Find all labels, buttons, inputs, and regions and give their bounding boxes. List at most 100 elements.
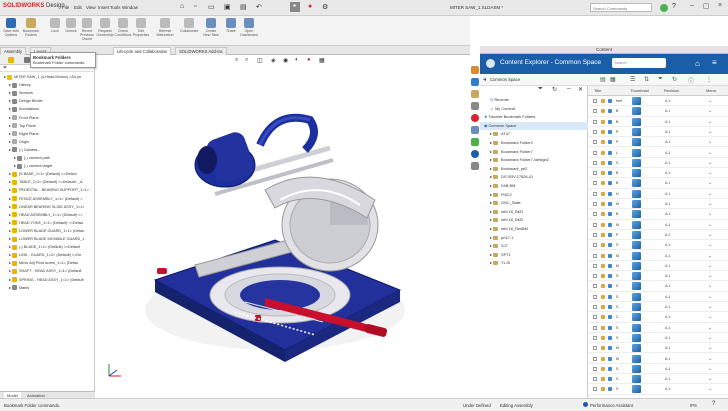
row-title[interactable]: M bbox=[616, 199, 619, 209]
section-view-icon[interactable]: ◫ bbox=[257, 57, 263, 64]
row-menu-chevron-icon[interactable]: ⌄ bbox=[708, 178, 712, 188]
folder-node[interactable]: ▸ mfd 18_BM2 bbox=[480, 216, 588, 225]
table-row[interactable]: S A.1 ⌄ bbox=[588, 271, 728, 282]
content-explorer-title[interactable]: Content Explorer - Common Space bbox=[500, 59, 601, 66]
part-thumbnail[interactable] bbox=[632, 158, 641, 167]
row-menu-chevron-icon[interactable]: ⌄ bbox=[708, 199, 712, 209]
row-checkbox[interactable] bbox=[593, 99, 597, 103]
part-thumbnail[interactable] bbox=[632, 303, 641, 311]
row-checkbox[interactable] bbox=[593, 109, 597, 114]
row-title[interactable]: P bbox=[616, 127, 618, 137]
view-orientation-icon[interactable]: ◈ bbox=[271, 57, 276, 64]
table-row[interactable]: L A.1 ⌄ bbox=[588, 148, 728, 158]
part-thumbnail[interactable] bbox=[632, 189, 641, 198]
options-icon[interactable]: ⚙ bbox=[322, 3, 328, 11]
filter-icon[interactable]: ⏷ bbox=[538, 86, 543, 93]
part-thumbnail[interactable] bbox=[632, 313, 641, 322]
row-menu-chevron-icon[interactable]: ⌄ bbox=[708, 281, 712, 291]
folder-node[interactable]: ▸ GNC_Slate bbox=[480, 199, 588, 208]
row-checkbox[interactable] bbox=[593, 129, 597, 134]
collaborate-button[interactable]: Collaborate bbox=[180, 18, 198, 33]
rebuild-icon[interactable]: ● bbox=[308, 3, 312, 10]
tree-node[interactable]: ▸ (-) camera path bbox=[0, 154, 95, 162]
breadcrumb[interactable]: Common Space bbox=[490, 77, 520, 82]
refresh-icon[interactable]: ↻ bbox=[672, 76, 677, 83]
tree-node[interactable]: ▸ LOWER BLADE GUARD_1<1> (Defau bbox=[0, 227, 95, 235]
table-row[interactable]: P A.2 ⌄ bbox=[588, 230, 728, 241]
part-thumbnail[interactable] bbox=[632, 261, 641, 270]
table-row[interactable]: M A.1 ⌄ bbox=[588, 261, 728, 272]
part-thumbnail[interactable] bbox=[632, 117, 641, 126]
tree-node[interactable]: ▸ LINK - GUARD_1<2> (Default) <<De bbox=[0, 251, 95, 259]
row-menu-chevron-icon[interactable]: ⌄ bbox=[708, 364, 712, 374]
table-row[interactable]: M A.1 ⌄ bbox=[588, 354, 728, 364]
close-tree-icon[interactable]: ✕ bbox=[578, 86, 583, 93]
sort-icon[interactable]: ⇅ bbox=[644, 76, 649, 83]
row-title[interactable]: S bbox=[616, 384, 618, 394]
request-button[interactable]: Request Ownership bbox=[96, 18, 114, 37]
table-row[interactable]: S A.1 ⌄ bbox=[588, 364, 728, 375]
tree-node[interactable]: ▸ Top Plane bbox=[0, 122, 95, 130]
part-thumbnail[interactable] bbox=[632, 230, 641, 239]
tree-node[interactable]: ▸ FENCE ASSEMBLY_1<1> (Default) < bbox=[0, 195, 95, 203]
row-checkbox[interactable] bbox=[593, 232, 597, 237]
folder-node[interactable]: ▸ SJ7 bbox=[480, 242, 588, 251]
table-row[interactable]: S A.1 ⌄ bbox=[588, 292, 728, 302]
tree-node[interactable]: ▸ Design Binder bbox=[0, 97, 95, 105]
properties-button[interactable]: Edit Properties bbox=[132, 18, 150, 37]
row-checkbox[interactable] bbox=[593, 377, 597, 382]
content-search-input[interactable]: Search bbox=[612, 58, 666, 68]
row-checkbox[interactable] bbox=[593, 160, 597, 165]
expand-icon[interactable]: ⇔ bbox=[566, 86, 572, 92]
display-style-icon[interactable]: ◉ bbox=[283, 57, 288, 64]
tab-lifecycle-and-collaboration[interactable]: Lifecycle and Collaboration bbox=[113, 47, 172, 55]
tree-node[interactable]: ▸ History bbox=[0, 81, 95, 89]
solidworks-logo[interactable]: SOLIDWORKS Design bbox=[3, 3, 65, 9]
task-button[interactable]: Create New Task bbox=[202, 18, 220, 37]
tree-node[interactable]: ▸ LOWER BLADE MOVABLE GUARD_1 bbox=[0, 235, 95, 243]
table-row[interactable]: S A.1 ⌄ bbox=[588, 333, 728, 344]
row-checkbox[interactable] bbox=[593, 212, 597, 217]
row-title[interactable]: S bbox=[616, 292, 618, 302]
collaboration-icon[interactable] bbox=[471, 162, 479, 170]
part-thumbnail[interactable] bbox=[632, 200, 641, 208]
part-thumbnail[interactable] bbox=[632, 107, 641, 116]
resources-icon[interactable] bbox=[471, 66, 479, 74]
tree-node[interactable]: ▸ (-) BLADE_1<1> (Default) <<Default bbox=[0, 243, 95, 251]
tree-node[interactable]: ▸ Origin bbox=[0, 138, 95, 146]
table-row[interactable]: S A.1 ⌄ bbox=[588, 158, 728, 169]
row-title[interactable]: M bbox=[616, 220, 619, 230]
table-row[interactable]: P A.1 ⌄ bbox=[588, 127, 728, 138]
table-row[interactable]: M A.1 ⌄ bbox=[588, 199, 728, 210]
print-icon[interactable]: ▤ bbox=[240, 3, 247, 11]
folder-node[interactable]: ▸ Bookmark_prt2 bbox=[480, 165, 588, 174]
row-title[interactable]: P bbox=[616, 230, 618, 240]
row-checkbox[interactable] bbox=[593, 284, 597, 289]
save-icon[interactable]: ▣ bbox=[224, 3, 231, 11]
row-checkbox[interactable] bbox=[593, 335, 597, 340]
table-row[interactable]: S A.1 ⌄ bbox=[588, 384, 728, 395]
row-title[interactable]: S bbox=[616, 240, 618, 250]
row-title[interactable]: M bbox=[616, 343, 619, 353]
row-checkbox[interactable] bbox=[593, 305, 597, 309]
filter-icon[interactable]: ⏷ bbox=[658, 76, 663, 83]
folder-node[interactable]: ▸ Bookmark Folder2 bbox=[480, 139, 588, 148]
table-row[interactable]: M A.1 ⌄ bbox=[588, 343, 728, 354]
row-checkbox[interactable] bbox=[593, 243, 597, 248]
row-checkbox[interactable] bbox=[593, 150, 597, 155]
row-checkbox[interactable] bbox=[593, 387, 597, 392]
folder-node[interactable]: ▸ SPT1 bbox=[480, 251, 588, 260]
folder-node[interactable]: ▸ prt17-1 bbox=[480, 234, 588, 243]
part-thumbnail[interactable] bbox=[632, 169, 641, 178]
part-thumbnail[interactable] bbox=[632, 272, 641, 281]
part-thumbnail[interactable] bbox=[632, 127, 641, 136]
row-checkbox[interactable] bbox=[593, 294, 597, 299]
table-row[interactable]: S A.1 ⌄ bbox=[588, 374, 728, 385]
table-row[interactable]: M A.1 ⌄ bbox=[588, 220, 728, 230]
help-icon[interactable]: ? bbox=[712, 401, 715, 407]
part-thumbnail[interactable] bbox=[632, 138, 641, 147]
row-checkbox[interactable] bbox=[593, 171, 597, 176]
refresh-button[interactable]: Refresh Maturation bbox=[156, 18, 174, 37]
row-checkbox[interactable] bbox=[593, 325, 597, 330]
row-menu-chevron-icon[interactable]: ⌄ bbox=[708, 209, 712, 219]
